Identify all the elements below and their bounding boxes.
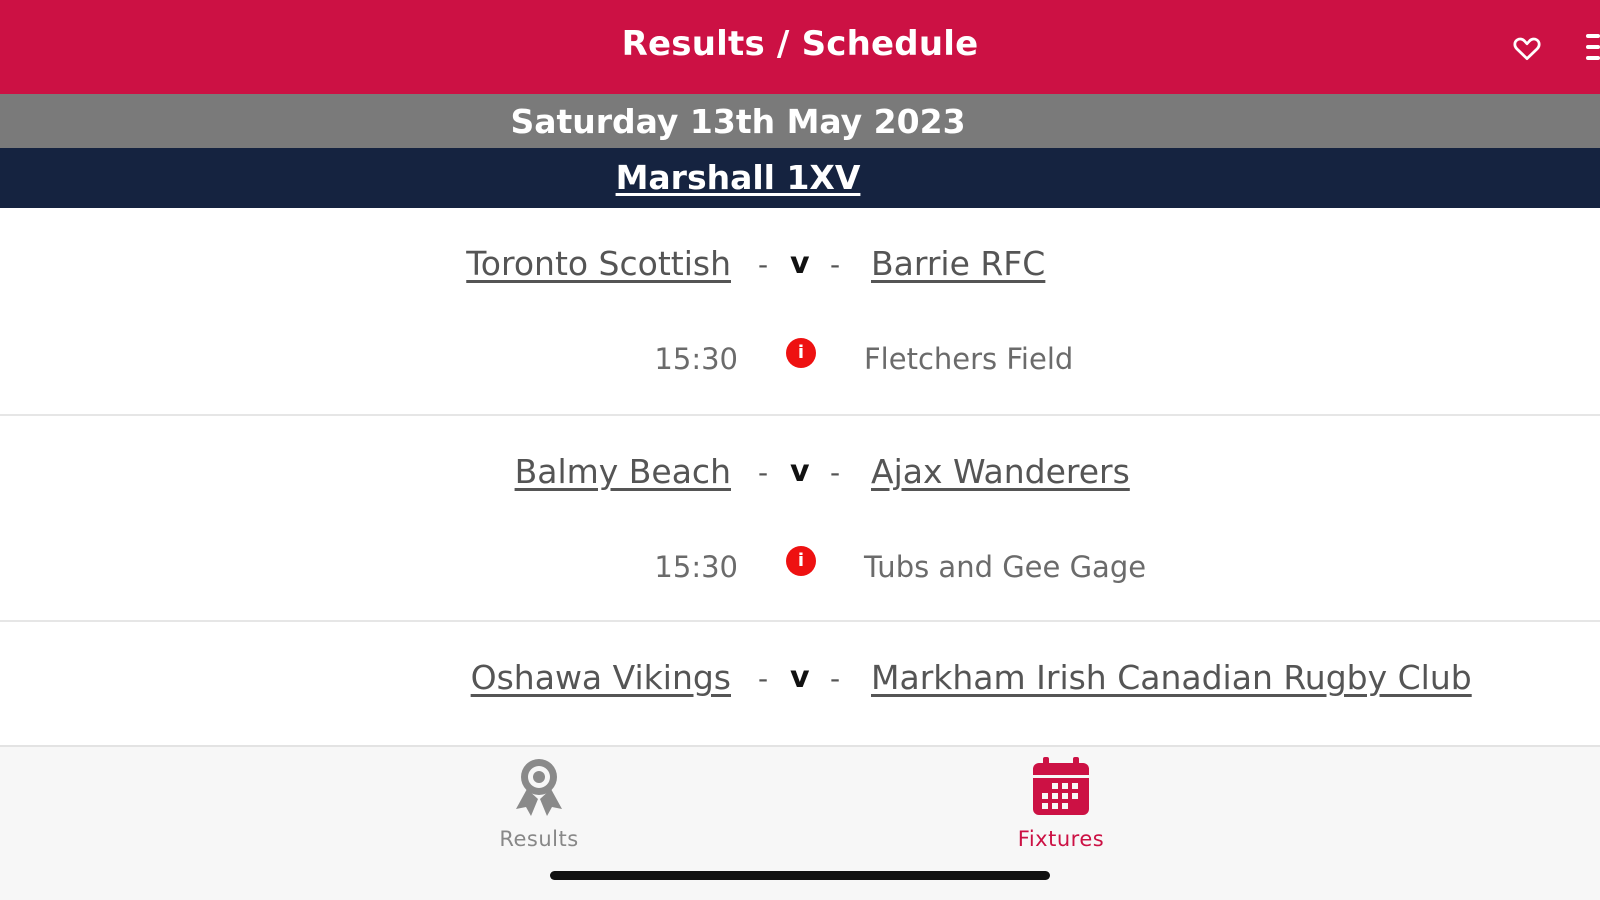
tab-label: Results — [499, 827, 579, 851]
info-icon[interactable]: i — [786, 546, 816, 576]
kickoff-time: 15:30 — [654, 342, 738, 376]
away-team-link[interactable]: Markham Irish Canadian Rugby Club — [871, 658, 1472, 697]
separator: - — [758, 662, 769, 695]
kickoff-time: 15:30 — [654, 550, 738, 584]
separator: - — [758, 456, 769, 489]
page-title: Results / Schedule — [621, 24, 979, 64]
separator: - — [830, 248, 841, 281]
versus-label: v — [790, 246, 810, 281]
date-label: Saturday 13th May 2023 — [510, 102, 966, 141]
competition-header: Marshall 1XV — [0, 148, 1600, 208]
venue-label: Fletchers Field — [864, 342, 1074, 376]
award-ribbon-icon — [516, 759, 562, 816]
tab-results[interactable]: Results — [439, 747, 639, 867]
separator: - — [830, 456, 841, 489]
fixture-row: Balmy Beach - v - Ajax Wanderers 15:30 i… — [0, 416, 1600, 620]
fixture-row: Toronto Scottish - v - Barrie RFC 15:30 … — [0, 208, 1600, 414]
away-team-link[interactable]: Ajax Wanderers — [871, 452, 1130, 491]
date-header: Saturday 13th May 2023 — [0, 94, 1600, 148]
away-team-link[interactable]: Barrie RFC — [871, 244, 1045, 283]
home-team-link[interactable]: Oshawa Vikings — [471, 658, 731, 697]
tab-label: Fixtures — [1017, 827, 1105, 851]
versus-label: v — [790, 454, 810, 489]
favorite-button[interactable] — [1512, 33, 1542, 63]
competition-link[interactable]: Marshall 1XV — [0, 158, 1476, 197]
calendar-icon — [1033, 757, 1089, 815]
info-icon[interactable]: i — [786, 338, 816, 368]
home-team-link[interactable]: Balmy Beach — [515, 452, 731, 491]
separator: - — [758, 248, 769, 281]
hamburger-menu-icon — [1586, 34, 1600, 60]
screen: Results / Schedule Saturday 13th May 202… — [0, 0, 1600, 900]
home-indicator[interactable] — [550, 871, 1050, 880]
versus-label: v — [790, 660, 810, 695]
fixture-row: Oshawa Vikings - v - Markham Irish Canad… — [0, 622, 1600, 745]
menu-button[interactable] — [1586, 34, 1600, 64]
heart-outline-icon — [1513, 37, 1541, 60]
home-team-link[interactable]: Toronto Scottish — [466, 244, 731, 283]
venue-label: Tubs and Gee Gage — [864, 550, 1147, 584]
app-header: Results / Schedule — [0, 0, 1600, 94]
separator: - — [830, 662, 841, 695]
tab-fixtures[interactable]: Fixtures — [961, 747, 1161, 867]
